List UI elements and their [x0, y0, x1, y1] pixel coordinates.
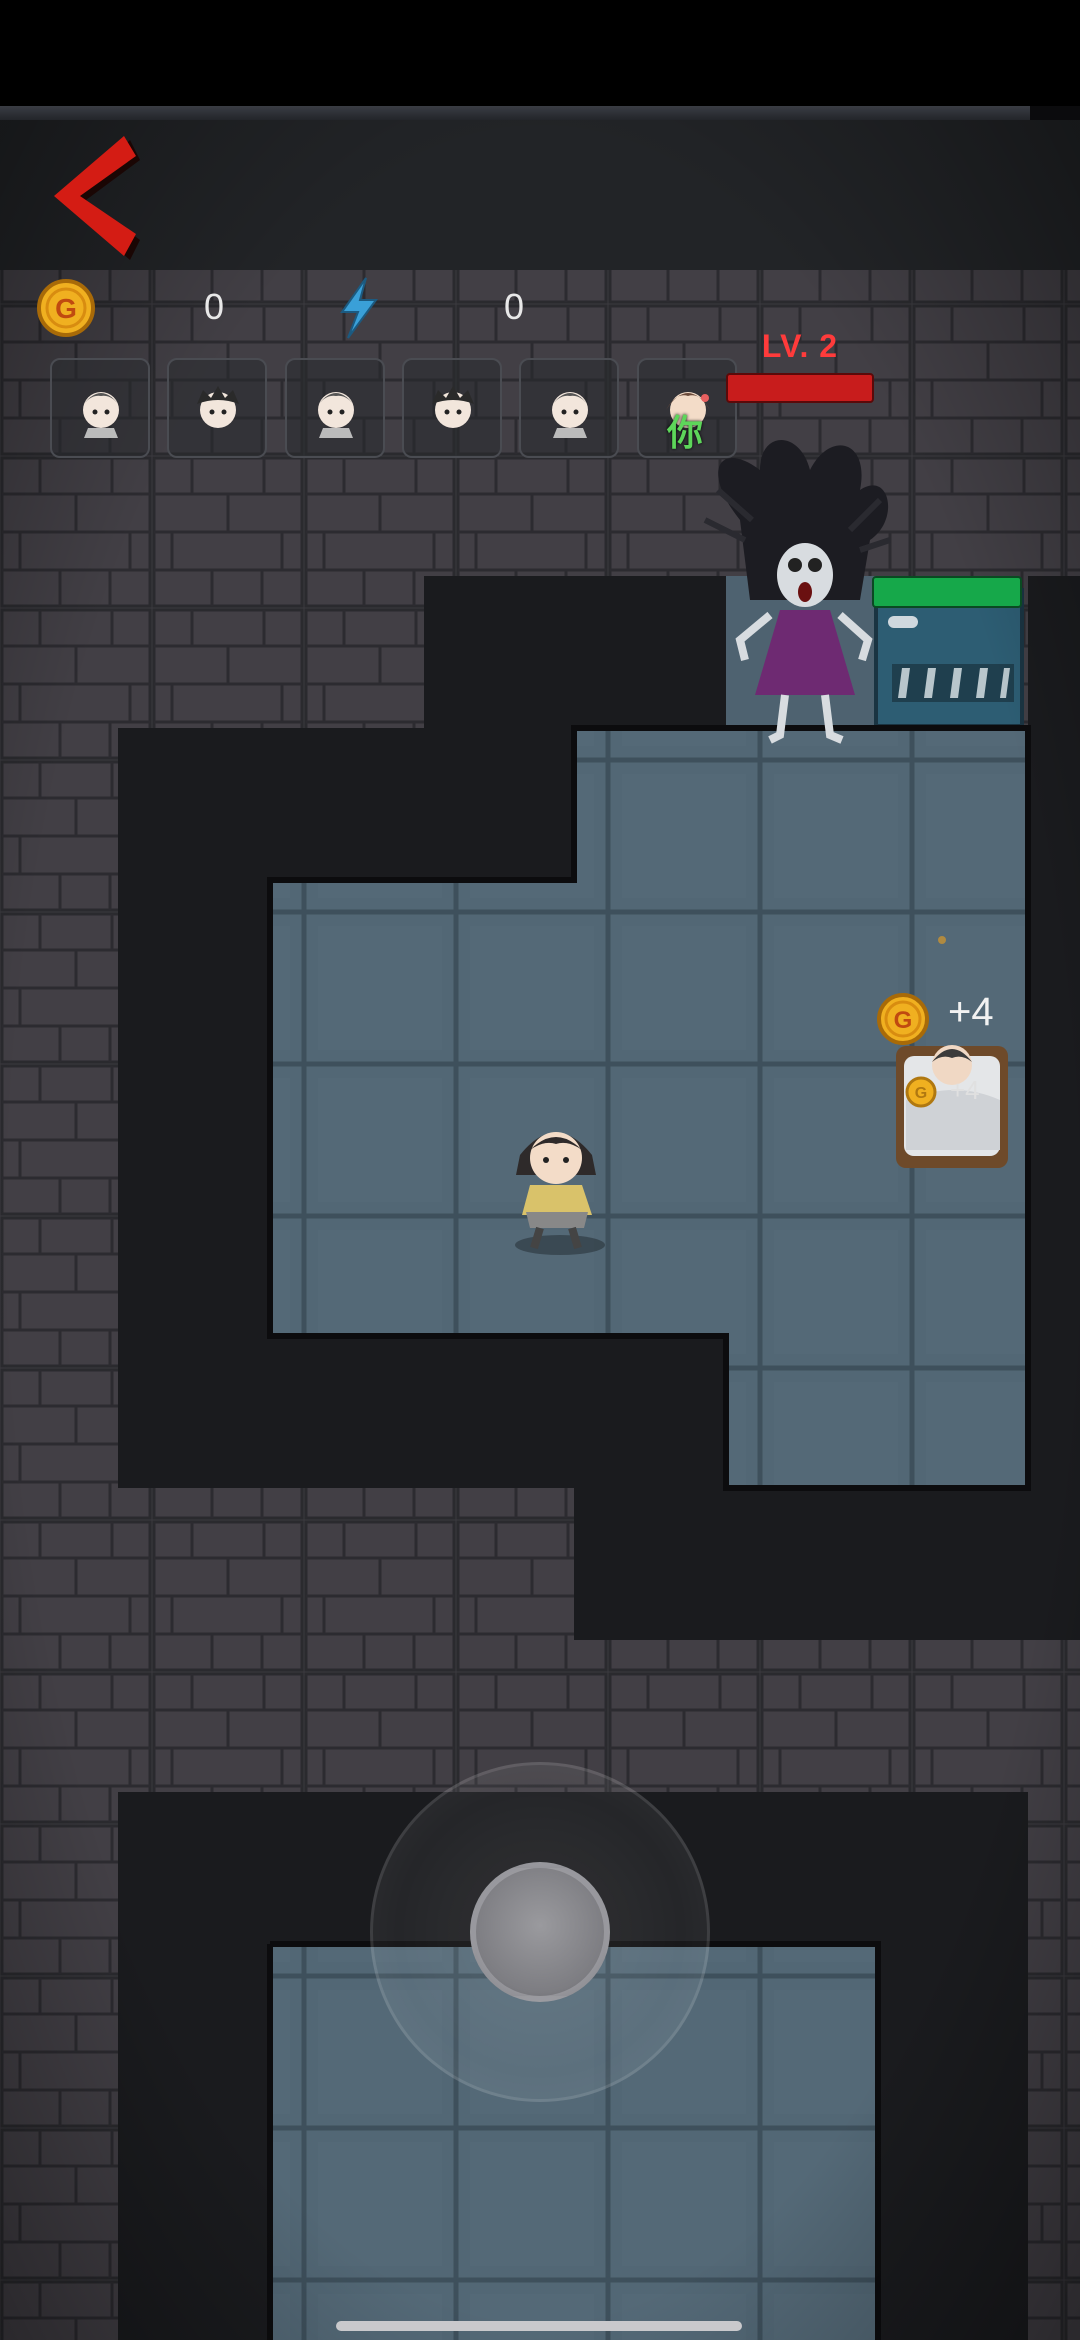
survivor-slot-4[interactable] [402, 358, 502, 458]
back-arrow-icon [54, 136, 140, 260]
boy-avatar-icon [432, 386, 474, 428]
girl-avatar-icon [81, 392, 121, 438]
ghost-level-label: LV. 2 [761, 328, 839, 364]
svg-text:G: G [55, 293, 77, 324]
survivor-slot-1[interactable] [50, 358, 150, 458]
door-health-bar [872, 576, 1022, 608]
svg-text:G: G [894, 1007, 913, 1034]
joystick-knob[interactable] [470, 1862, 610, 2002]
status-bar [0, 0, 1080, 106]
gold-coin-icon: G [36, 278, 96, 338]
energy-count: 0 [503, 286, 525, 327]
top-wall-ledge [0, 106, 1030, 120]
gold-count: 0 [203, 286, 225, 327]
survivor-slot-5[interactable] [519, 358, 619, 458]
survivor-slot-3[interactable] [285, 358, 385, 458]
lightning-bolt-icon [336, 276, 380, 340]
survivor-slot-player[interactable]: 你 [637, 358, 737, 458]
girl-avatar-icon [550, 392, 590, 438]
ghost-health-bar [726, 373, 874, 403]
you-tag: 你 [667, 413, 704, 454]
back-button[interactable] [40, 130, 150, 270]
boy-avatar-icon [197, 386, 239, 428]
game-screen: G G 0 [0, 0, 1080, 2340]
gold-coin-icon: G [877, 993, 929, 1045]
home-indicator[interactable] [336, 2321, 742, 2331]
bed-gold-rate: +4 [950, 1075, 980, 1105]
gold-gain-label: +4 [948, 990, 994, 1034]
girl-avatar-icon [316, 392, 356, 438]
survivor-slot-2[interactable] [167, 358, 267, 458]
